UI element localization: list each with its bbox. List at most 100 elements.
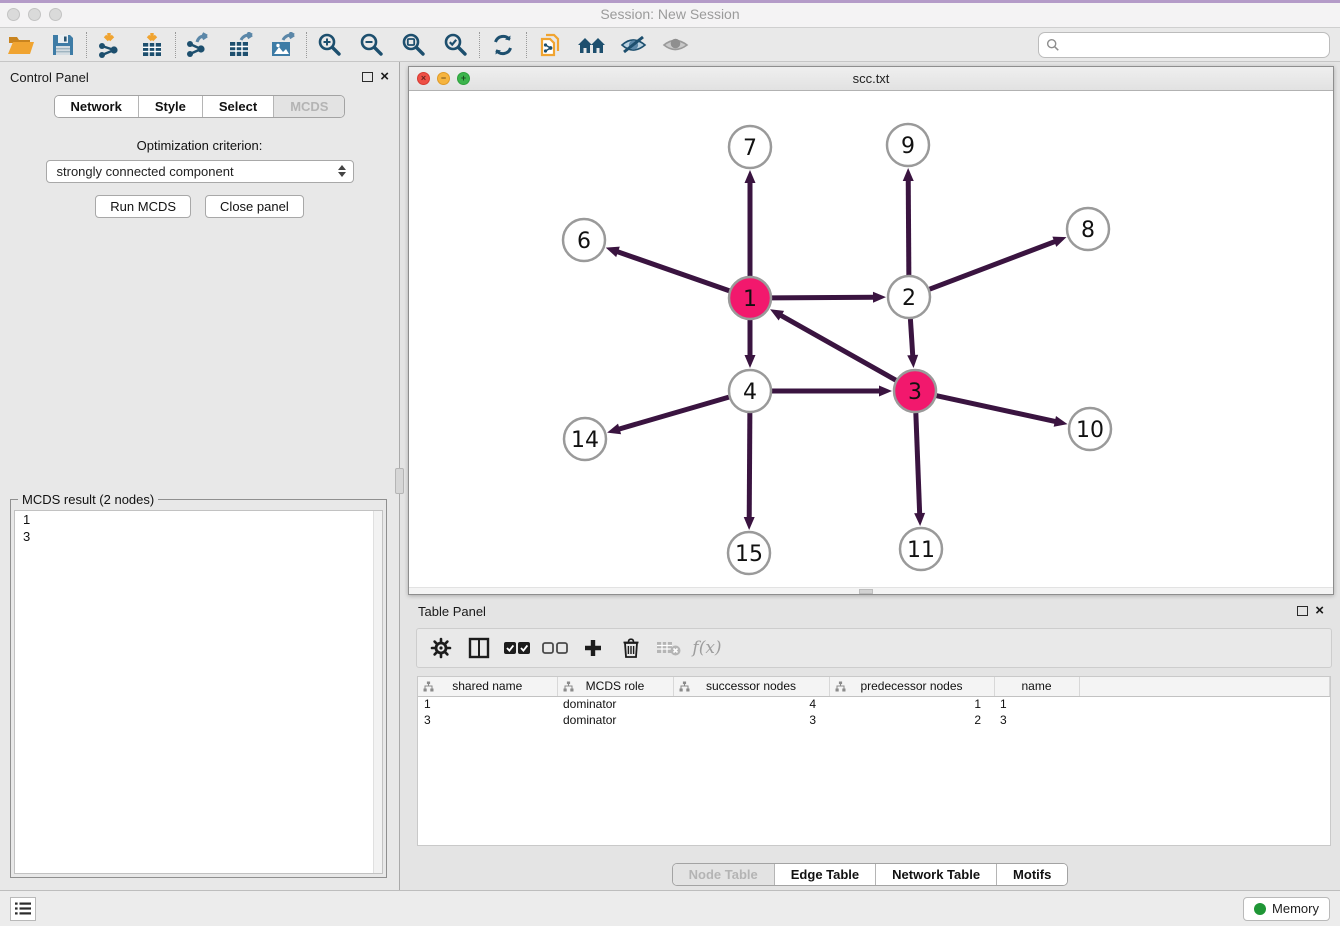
zoom-out-button[interactable] bbox=[351, 30, 393, 60]
tab-network[interactable]: Network bbox=[55, 96, 138, 117]
table-row[interactable]: 1dominator411 bbox=[418, 696, 1330, 712]
hide-selected-button[interactable] bbox=[613, 30, 655, 60]
graph-node-label: 10 bbox=[1076, 418, 1104, 443]
zoom-fit-button[interactable] bbox=[393, 30, 435, 60]
import-network-button[interactable] bbox=[89, 30, 131, 60]
graph-node-7[interactable]: 7 bbox=[729, 126, 771, 168]
graph-node-label: 8 bbox=[1081, 218, 1095, 243]
column-header-shared-name[interactable]: shared name bbox=[418, 677, 557, 696]
graph-edge-3-11[interactable] bbox=[916, 413, 920, 515]
create-column-button[interactable] bbox=[579, 634, 607, 662]
control-panel-tabs: NetworkStyleSelectMCDS bbox=[54, 95, 346, 118]
tab-select[interactable]: Select bbox=[202, 96, 273, 117]
search-input[interactable] bbox=[1038, 32, 1330, 58]
export-table-button[interactable] bbox=[220, 30, 262, 60]
column-header-name[interactable]: name bbox=[994, 677, 1079, 696]
tab-style[interactable]: Style bbox=[138, 96, 202, 117]
network-hscroll-thumb[interactable] bbox=[859, 589, 873, 594]
zoom-selected-icon bbox=[443, 32, 469, 58]
close-table-panel-icon[interactable]: × bbox=[1315, 606, 1324, 616]
mcds-list-scrollbar[interactable] bbox=[373, 511, 382, 873]
column-header-predecessor-nodes[interactable]: predecessor nodes bbox=[829, 677, 994, 696]
node-table[interactable]: shared nameMCDS rolesuccessor nodesprede… bbox=[417, 676, 1331, 846]
graph-node-1[interactable]: 1 bbox=[729, 277, 771, 319]
run-mcds-button[interactable]: Run MCDS bbox=[95, 195, 191, 218]
criterion-value: strongly connected component bbox=[57, 164, 234, 179]
table-settings-button[interactable] bbox=[427, 634, 455, 662]
table-panel-title: Table Panel bbox=[418, 604, 486, 619]
graph-edge-arrowhead bbox=[745, 355, 756, 368]
export-network-icon bbox=[185, 32, 213, 58]
graph-edge-4-14[interactable] bbox=[618, 397, 729, 429]
column-header-mcds-role[interactable]: MCDS role bbox=[557, 677, 673, 696]
criterion-select[interactable]: strongly connected component bbox=[46, 160, 354, 183]
close-panel-icon[interactable]: × bbox=[380, 72, 389, 82]
graph-node-3[interactable]: 3 bbox=[894, 370, 936, 412]
export-network-button[interactable] bbox=[178, 30, 220, 60]
graph-edge-2-8[interactable] bbox=[930, 241, 1057, 289]
tab-edge-table[interactable]: Edge Table bbox=[774, 864, 875, 885]
delete-column-button[interactable] bbox=[617, 634, 645, 662]
application-window: Session: New Session bbox=[0, 0, 1340, 926]
refresh-layout-button[interactable] bbox=[482, 30, 524, 60]
export-image-button[interactable] bbox=[262, 30, 304, 60]
mcds-result-item[interactable]: 1 bbox=[15, 511, 382, 528]
float-table-panel-icon[interactable] bbox=[1297, 606, 1308, 616]
tab-node-table[interactable]: Node Table bbox=[673, 864, 774, 885]
graph-edge-3-1[interactable] bbox=[780, 315, 896, 381]
graph-node-9[interactable]: 9 bbox=[887, 124, 929, 166]
delete-table-icon bbox=[656, 639, 682, 657]
first-neighbors-button[interactable] bbox=[571, 30, 613, 60]
graph-edge-2-9[interactable] bbox=[908, 179, 909, 275]
zoom-in-button[interactable] bbox=[309, 30, 351, 60]
graph-node-8[interactable]: 8 bbox=[1067, 208, 1109, 250]
panel-divider-handle[interactable] bbox=[395, 468, 404, 494]
network-minimize-button[interactable]: − bbox=[437, 72, 450, 85]
network-close-button[interactable]: × bbox=[417, 72, 430, 85]
deselect-all-columns-button[interactable] bbox=[541, 634, 569, 662]
main-toolbar bbox=[0, 28, 1340, 62]
network-window-titlebar[interactable]: × − + scc.txt bbox=[409, 67, 1333, 91]
float-panel-icon[interactable] bbox=[362, 72, 373, 82]
graph-node-4[interactable]: 4 bbox=[729, 370, 771, 412]
import-table-button[interactable] bbox=[131, 30, 173, 60]
network-maximize-button[interactable]: + bbox=[457, 72, 470, 85]
column-type-icon bbox=[563, 681, 574, 692]
column-header-successor-nodes[interactable]: successor nodes bbox=[673, 677, 829, 696]
tab-network-table[interactable]: Network Table bbox=[875, 864, 996, 885]
show-columns-button[interactable] bbox=[465, 634, 493, 662]
table-row[interactable]: 3dominator323 bbox=[418, 712, 1330, 728]
show-all-button[interactable] bbox=[655, 30, 697, 60]
zoom-selected-button[interactable] bbox=[435, 30, 477, 60]
copy-view-button[interactable] bbox=[529, 30, 571, 60]
graph-edge-3-10[interactable] bbox=[936, 396, 1056, 422]
graph-node-6[interactable]: 6 bbox=[563, 219, 605, 261]
save-session-button[interactable] bbox=[42, 30, 84, 60]
mcds-result-item[interactable]: 3 bbox=[15, 528, 382, 545]
memory-button[interactable]: Memory bbox=[1243, 897, 1330, 921]
graph-node-10[interactable]: 10 bbox=[1069, 408, 1111, 450]
graph-node-2[interactable]: 2 bbox=[888, 276, 930, 318]
graph-node-11[interactable]: 11 bbox=[900, 528, 942, 570]
open-session-button[interactable] bbox=[0, 30, 42, 60]
delete-table-button[interactable] bbox=[655, 634, 683, 662]
network-hscrollbar[interactable] bbox=[409, 587, 1333, 594]
tab-mcds[interactable]: MCDS bbox=[273, 96, 344, 117]
close-panel-button[interactable]: Close panel bbox=[205, 195, 304, 218]
graph-edge-1-2[interactable] bbox=[772, 297, 875, 298]
table-panel-tabs: Node TableEdge TableNetwork TableMotifs bbox=[672, 863, 1069, 886]
graph-edge-1-6[interactable] bbox=[616, 251, 729, 291]
network-canvas[interactable]: 7 9 6 8 1 2 4 3 14 10 15 11 bbox=[409, 91, 1333, 587]
gear-icon bbox=[430, 637, 452, 659]
graph-edge-4-15[interactable] bbox=[749, 413, 750, 519]
select-all-columns-button[interactable] bbox=[503, 634, 531, 662]
function-builder-button[interactable]: f(x) bbox=[693, 634, 721, 662]
refresh-icon bbox=[490, 32, 516, 58]
tab-motifs[interactable]: Motifs bbox=[996, 864, 1067, 885]
graph-node-14[interactable]: 14 bbox=[564, 418, 606, 460]
graph-edge-2-3[interactable] bbox=[910, 319, 912, 357]
task-history-button[interactable] bbox=[10, 897, 36, 921]
mcds-result-list[interactable]: 13 bbox=[14, 510, 383, 874]
zoom-out-icon bbox=[359, 32, 385, 58]
graph-node-15[interactable]: 15 bbox=[728, 532, 770, 574]
